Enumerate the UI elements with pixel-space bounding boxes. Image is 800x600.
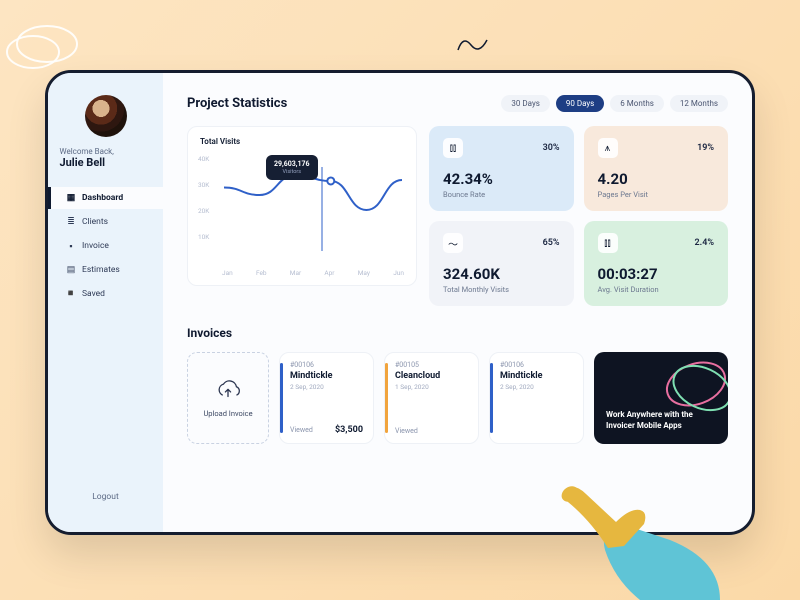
invoice-status: Viewed: [395, 427, 418, 435]
tooltip-label: Visitors: [274, 169, 310, 175]
bars-icon: ⫾⫾: [443, 138, 463, 158]
stat-percent: 30%: [543, 143, 560, 153]
cloud-upload-icon: [215, 379, 241, 401]
nav-icon: ▦: [66, 193, 76, 203]
avatar[interactable]: [85, 95, 127, 137]
bars-icon: ⫾⫾: [598, 233, 618, 253]
sidebar-item-invoice[interactable]: ▪ Invoice: [48, 235, 163, 257]
upload-label: Upload Invoice: [203, 409, 252, 418]
y-tick: 30K: [198, 181, 209, 189]
sidebar-item-dashboard[interactable]: ▦ Dashboard: [48, 187, 163, 209]
stat-card-total-monthly-visits[interactable]: 〜 65% 324.60K Total Monthly Visits: [429, 221, 574, 306]
header: Project Statistics 30 Days 90 Days 6 Month…: [187, 95, 728, 112]
stat-label: Bounce Rate: [443, 190, 560, 199]
nav-icon: ▪: [66, 241, 76, 251]
user-name: Julie Bell: [60, 156, 152, 169]
main: Project Statistics 30 Days 90 Days 6 Month…: [163, 73, 752, 532]
x-tick: Mar: [290, 269, 301, 277]
stat-percent: 19%: [697, 143, 714, 153]
invoice-date: 2 Sep, 2020: [290, 383, 363, 391]
invoices-title: Invoices: [187, 326, 728, 340]
sidebar-item-estimates[interactable]: ▤ Estimates: [48, 259, 163, 281]
x-tick: Jun: [393, 269, 404, 277]
y-axis: 40K 30K 20K 10K: [198, 155, 209, 241]
invoice-id: #00106: [500, 361, 573, 369]
tooltip-value: 29,603,176: [274, 160, 310, 168]
stat-label: Avg. Visit Duration: [598, 285, 715, 294]
stat-value: 4.20: [598, 170, 715, 188]
promo-card[interactable]: Work Anywhere with the Invoicer Mobile A…: [594, 352, 728, 444]
invoice-id: #00106: [290, 361, 363, 369]
stat-label: Total Monthly Visits: [443, 285, 560, 294]
stat-percent: 65%: [543, 238, 560, 248]
logout-link[interactable]: Logout: [92, 492, 119, 502]
invoice-date: 2 Sep, 2020: [500, 383, 573, 391]
pulse-icon: ⩚: [598, 138, 618, 158]
stat-card-pages-per-visit[interactable]: ⩚ 19% 4.20 Pages Per Visit: [584, 126, 729, 211]
invoice-name: Cleancloud: [395, 371, 468, 381]
nav-label: Invoice: [82, 241, 109, 251]
total-visits-chart: Total Visits 40K 30K 20K 10K 29,603,176 Vis…: [187, 126, 417, 286]
promo-rings-icon: [658, 356, 728, 416]
stat-value: 324.60K: [443, 265, 560, 283]
upload-invoice-button[interactable]: Upload Invoice: [187, 352, 269, 444]
range-pills: 30 Days 90 Days 6 Months 12 Months: [501, 95, 728, 112]
nav-label: Estimates: [82, 265, 120, 275]
trend-icon: 〜: [443, 233, 463, 253]
y-tick: 10K: [198, 233, 209, 241]
stat-card-avg-visit-duration[interactable]: ⫾⫾ 2.4% 00:03:27 Avg. Visit Duration: [584, 221, 729, 306]
stat-card-bounce-rate[interactable]: ⫾⫾ 30% 42.34% Bounce Rate: [429, 126, 574, 211]
x-tick: May: [358, 269, 370, 277]
stat-label: Pages Per Visit: [598, 190, 715, 199]
x-tick: Feb: [256, 269, 267, 277]
invoice-name: Mindtickle: [500, 371, 573, 381]
invoice-date: 1 Sep, 2020: [395, 383, 468, 391]
invoice-card[interactable]: #00106 Mindtickle 2 Sep, 2020: [489, 352, 584, 444]
invoice-card[interactable]: #00105 Cleancloud 1 Sep, 2020 Viewed: [384, 352, 479, 444]
nav-label: Dashboard: [82, 193, 123, 203]
nav-icon: ◾: [66, 289, 76, 299]
invoices-row: Upload Invoice #00106 Mindtickle 2 Sep, 20…: [187, 352, 728, 444]
y-tick: 20K: [198, 207, 209, 215]
x-axis: Jan Feb Mar Apr May Jun: [222, 269, 404, 277]
sidebar: Welcome Back, Julie Bell ▦ Dashboard ≣ Clie…: [48, 73, 163, 532]
sidebar-item-saved[interactable]: ◾ Saved: [48, 283, 163, 305]
stat-value: 42.34%: [443, 170, 560, 188]
nav: ▦ Dashboard ≣ Clients ▪ Invoice ▤ Estimates ◾ Sav…: [48, 187, 163, 305]
sidebar-item-clients[interactable]: ≣ Clients: [48, 211, 163, 233]
nav-label: Saved: [82, 289, 105, 299]
stats-row: Total Visits 40K 30K 20K 10K 29,603,176 Vis…: [187, 126, 728, 306]
stats-grid: ⫾⫾ 30% 42.34% Bounce Rate ⩚ 19% 4.20 Pages Per …: [429, 126, 728, 306]
stat-percent: 2.4%: [695, 238, 714, 248]
range-pill-12months[interactable]: 12 Months: [670, 95, 728, 112]
stat-value: 00:03:27: [598, 265, 715, 283]
x-tick: Jan: [222, 269, 233, 277]
invoice-name: Mindtickle: [290, 371, 363, 381]
nav-icon: ≣: [66, 217, 76, 227]
range-pill-6months[interactable]: 6 Months: [610, 95, 664, 112]
y-tick: 40K: [198, 155, 209, 163]
nav-icon: ▤: [66, 265, 76, 275]
page-title: Project Statistics: [187, 96, 287, 111]
welcome-text: Welcome Back,: [60, 147, 152, 156]
chart-title: Total Visits: [200, 137, 404, 146]
range-pill-30days[interactable]: 30 Days: [501, 95, 549, 112]
invoice-amount: $3,500: [335, 425, 363, 435]
x-tick: Apr: [324, 269, 334, 277]
chart-tooltip: 29,603,176 Visitors: [266, 155, 318, 180]
range-pill-90days[interactable]: 90 Days: [556, 95, 604, 112]
invoice-card[interactable]: #00106 Mindtickle 2 Sep, 2020 Viewed $3,500: [279, 352, 374, 444]
app-frame: Welcome Back, Julie Bell ▦ Dashboard ≣ Clie…: [45, 70, 755, 535]
nav-label: Clients: [82, 217, 108, 227]
invoice-status: Viewed: [290, 426, 313, 434]
invoice-id: #00105: [395, 361, 468, 369]
